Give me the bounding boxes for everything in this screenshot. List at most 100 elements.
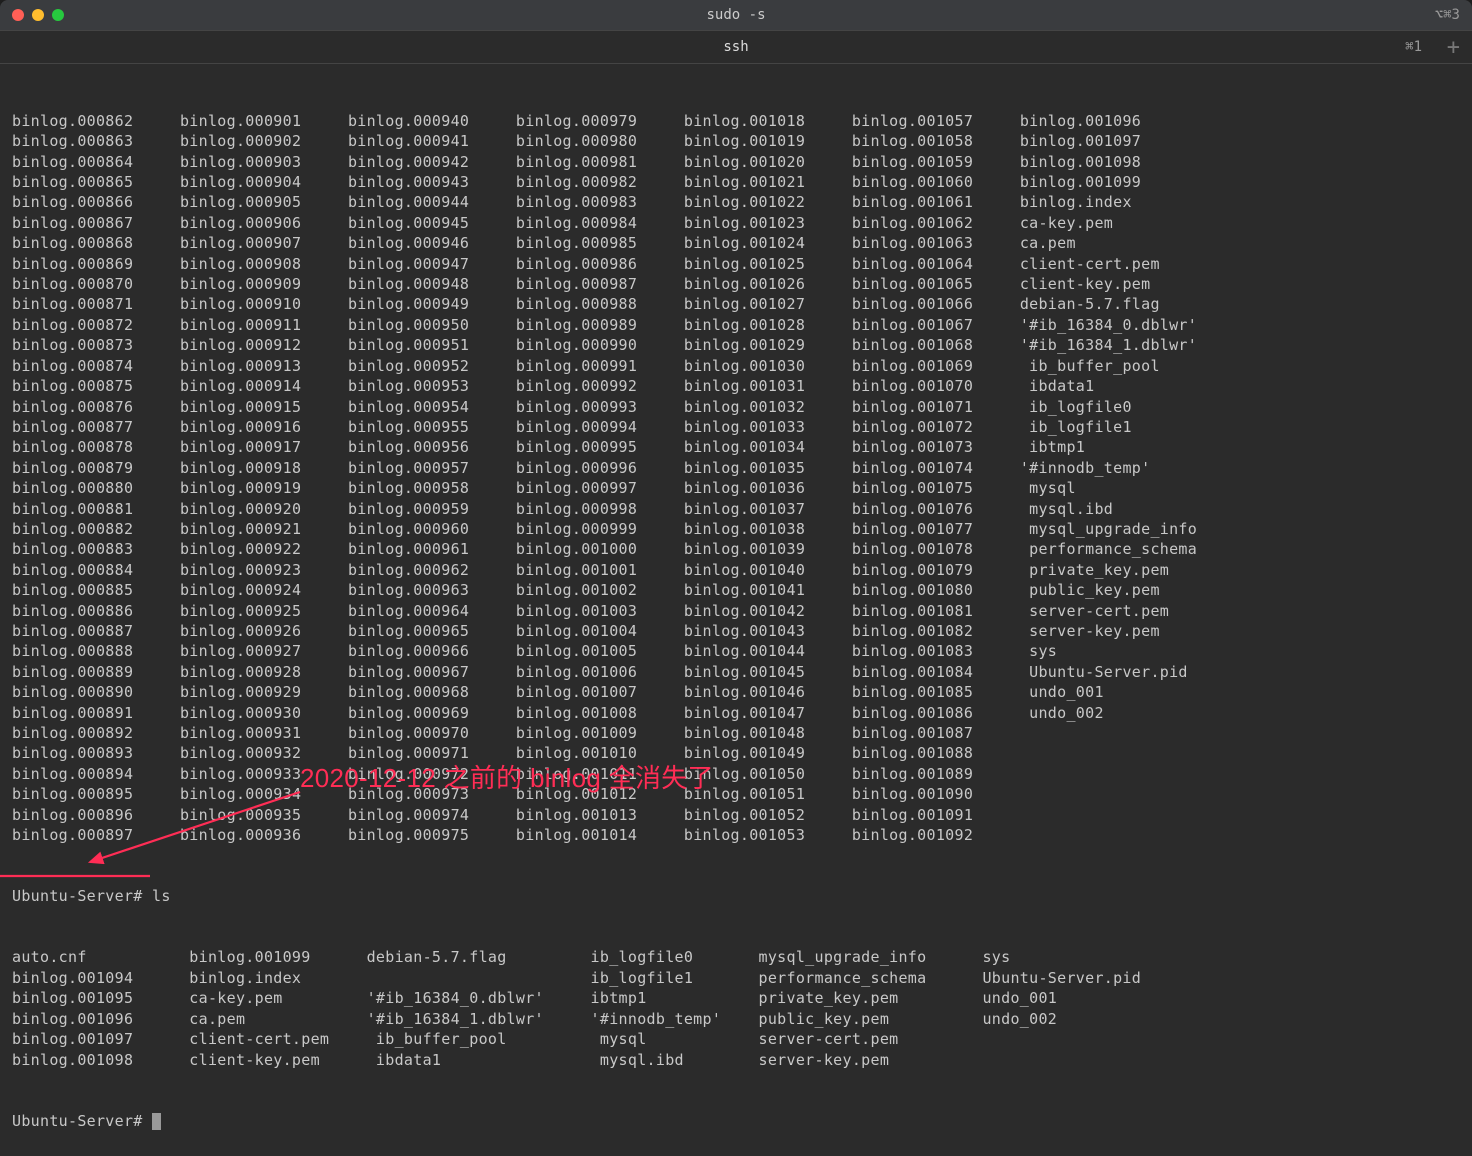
minimize-button[interactable] [32, 9, 44, 21]
file-entry: binlog.000885 [12, 580, 180, 600]
file-entry: binlog.000917 [180, 437, 348, 457]
file-entry: binlog.000940 [348, 111, 516, 131]
file-entry: binlog.001039 [684, 539, 852, 559]
file-entry: binlog.001081 [852, 601, 1020, 621]
file-entry: binlog.000957 [348, 458, 516, 478]
file-entry: binlog.000918 [180, 458, 348, 478]
file-entry: binlog.000951 [348, 335, 516, 355]
ls-column: binlog.001057 binlog.001058 binlog.00105… [852, 111, 1020, 846]
titlebar-shortcut: ⌥⌘3 [1435, 7, 1460, 23]
file-entry: binlog.001089 [852, 764, 1020, 784]
file-entry: binlog.001042 [684, 601, 852, 621]
file-entry: binlog.001029 [684, 335, 852, 355]
file-entry: binlog.001062 [852, 213, 1020, 233]
file-entry: binlog.001041 [684, 580, 852, 600]
file-entry: binlog.000880 [12, 478, 180, 498]
file-entry: ca-key.pem [189, 988, 366, 1008]
file-entry: binlog.000993 [516, 397, 684, 417]
file-entry: binlog.000964 [348, 601, 516, 621]
new-tab-button[interactable]: + [1447, 35, 1460, 60]
tab-ssh[interactable]: ssh [0, 39, 1472, 55]
file-entry: binlog.001088 [852, 743, 1020, 763]
file-entry: ibtmp1 [1020, 437, 1197, 457]
file-entry: binlog.000897 [12, 825, 180, 845]
file-entry: binlog.000985 [516, 233, 684, 253]
file-entry: binlog.001091 [852, 805, 1020, 825]
ls-column: ib_logfile0 ib_logfile1 ibtmp1 '#innodb_… [591, 947, 759, 1069]
window-title: sudo -s [706, 7, 765, 23]
file-entry: binlog.000983 [516, 192, 684, 212]
file-entry: binlog.001003 [516, 601, 684, 621]
file-entry: binlog.000928 [180, 662, 348, 682]
file-entry: binlog.000911 [180, 315, 348, 335]
file-entry: binlog.000882 [12, 519, 180, 539]
file-entry: binlog.001005 [516, 641, 684, 661]
file-entry: binlog.000902 [180, 131, 348, 151]
file-entry: public_key.pem [1020, 580, 1197, 600]
file-entry: ib_buffer_pool [367, 1029, 591, 1049]
file-entry: binlog.000905 [180, 192, 348, 212]
file-entry: binlog.000933 [180, 764, 348, 784]
file-entry: binlog.000901 [180, 111, 348, 131]
file-entry: binlog.001073 [852, 437, 1020, 457]
file-entry: sys [1020, 641, 1197, 661]
file-entry: binlog.001066 [852, 294, 1020, 314]
prompt: Ubuntu-Server# [12, 887, 143, 905]
file-entry: binlog.000903 [180, 152, 348, 172]
file-entry: binlog.000967 [348, 662, 516, 682]
file-entry: binlog.index [1020, 192, 1197, 212]
terminal-content[interactable]: binlog.000862 binlog.000863 binlog.00086… [0, 64, 1472, 1156]
file-entry: binlog.000995 [516, 437, 684, 457]
file-entry: binlog.001072 [852, 417, 1020, 437]
file-entry: binlog.000915 [180, 397, 348, 417]
traffic-lights [0, 9, 64, 21]
file-entry: binlog.000864 [12, 152, 180, 172]
file-entry: binlog.001080 [852, 580, 1020, 600]
close-button[interactable] [12, 9, 24, 21]
tab-shortcut: ⌘1 [1405, 39, 1422, 55]
file-entry: binlog.000934 [180, 784, 348, 804]
file-entry: binlog.000944 [348, 192, 516, 212]
file-entry: binlog.000974 [348, 805, 516, 825]
file-entry: binlog.001092 [852, 825, 1020, 845]
file-entry: binlog.001085 [852, 682, 1020, 702]
file-entry: Ubuntu-Server.pid [1020, 662, 1197, 682]
file-entry: binlog.001025 [684, 254, 852, 274]
file-entry: binlog.000921 [180, 519, 348, 539]
file-entry: binlog.000994 [516, 417, 684, 437]
file-entry: binlog.001096 [1020, 111, 1197, 131]
file-entry: binlog.001030 [684, 356, 852, 376]
file-entry: binlog.index [189, 968, 366, 988]
window-titlebar[interactable]: sudo -s ⌥⌘3 [0, 0, 1472, 30]
file-entry: binlog.000892 [12, 723, 180, 743]
file-entry: binlog.000941 [348, 131, 516, 151]
file-entry: private_key.pem [759, 988, 983, 1008]
file-entry: binlog.000947 [348, 254, 516, 274]
file-entry: binlog.000916 [180, 417, 348, 437]
ls-column: binlog.001099 binlog.index ca-key.pem ca… [189, 947, 366, 1069]
file-entry: binlog.001018 [684, 111, 852, 131]
file-entry: binlog.000881 [12, 499, 180, 519]
maximize-button[interactable] [52, 9, 64, 21]
file-entry: binlog.000878 [12, 437, 180, 457]
file-entry: binlog.000893 [12, 743, 180, 763]
file-entry: ibtmp1 [591, 988, 759, 1008]
file-entry: binlog.000919 [180, 478, 348, 498]
file-entry: binlog.000992 [516, 376, 684, 396]
file-entry: binlog.001070 [852, 376, 1020, 396]
file-entry: binlog.001021 [684, 172, 852, 192]
file-entry: ibdata1 [1020, 376, 1197, 396]
ls-column: binlog.000940 binlog.000941 binlog.00094… [348, 111, 516, 846]
file-entry: binlog.000961 [348, 539, 516, 559]
file-entry: binlog.001069 [852, 356, 1020, 376]
file-entry: binlog.000936 [180, 825, 348, 845]
file-entry: binlog.001075 [852, 478, 1020, 498]
file-entry: client-key.pem [189, 1050, 366, 1070]
file-entry: ibdata1 [367, 1050, 591, 1070]
file-entry: binlog.001000 [516, 539, 684, 559]
file-entry: binlog.000963 [348, 580, 516, 600]
file-entry: binlog.000975 [348, 825, 516, 845]
file-entry: binlog.000883 [12, 539, 180, 559]
tab-bar: ssh ⌘1 + [0, 30, 1472, 64]
file-entry: binlog.001046 [684, 682, 852, 702]
